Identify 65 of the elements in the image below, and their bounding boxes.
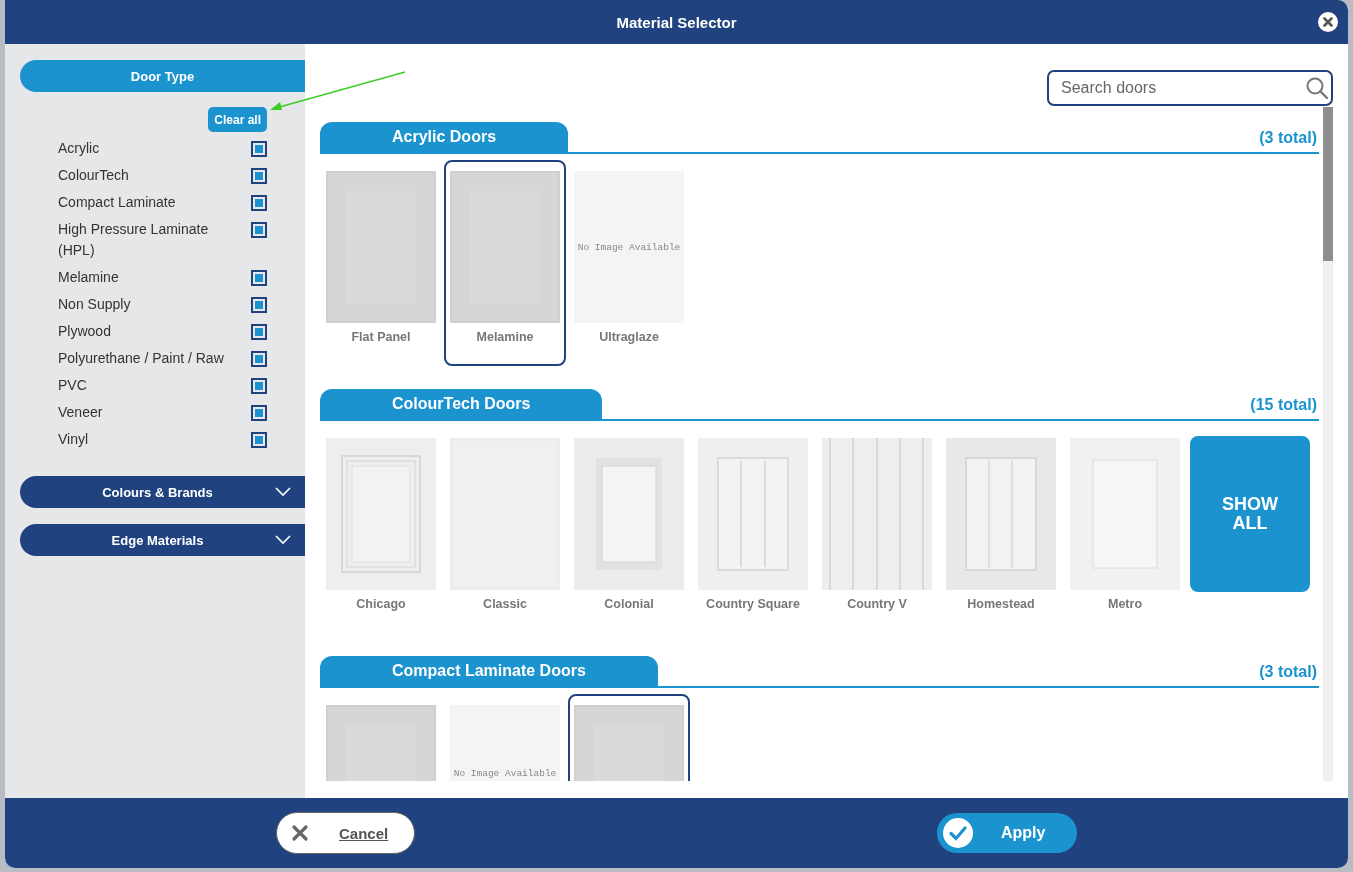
- filter-label: PVC: [58, 376, 87, 395]
- close-icon: [291, 824, 309, 842]
- search-icon[interactable]: [1305, 76, 1329, 100]
- filter-label: Non Supply: [58, 295, 131, 314]
- checkbox[interactable]: [251, 405, 267, 421]
- door-name: Ultraglaze: [599, 330, 659, 344]
- filter-label: High Pressure Laminate (HPL): [58, 220, 210, 260]
- door-name: Flat Panel: [351, 330, 411, 344]
- door-tile[interactable]: Flat Panel: [320, 160, 442, 366]
- door-tile[interactable]: Classic: [444, 427, 566, 633]
- scrollbar-thumb[interactable]: [1323, 107, 1333, 261]
- filter-label: Acrylic: [58, 139, 100, 158]
- total-count: (15 total): [1250, 396, 1317, 415]
- checkbox[interactable]: [251, 222, 267, 238]
- checkbox[interactable]: [251, 324, 267, 340]
- door-tile[interactable]: Melamine: [444, 160, 566, 366]
- clear-all-button[interactable]: Clear all: [208, 107, 267, 132]
- close-icon[interactable]: [1318, 12, 1338, 32]
- door-tile[interactable]: Chicago: [320, 427, 442, 633]
- scrollbar[interactable]: [1323, 107, 1333, 781]
- door-name: Chicago: [356, 597, 406, 611]
- filter-label: Veneer: [58, 403, 103, 422]
- filter-label: Melamine: [58, 268, 119, 287]
- checkbox[interactable]: [251, 270, 267, 286]
- show-all-button[interactable]: SHOW ALL: [1190, 436, 1310, 592]
- door-tile[interactable]: No Image Available Ultraglaze: [568, 160, 690, 366]
- filter-panel-header[interactable]: Edge Materials: [20, 524, 305, 556]
- door-tile[interactable]: Metro: [1064, 427, 1186, 633]
- door-tile[interactable]: Country Square: [692, 427, 814, 633]
- door-name: Homestead: [967, 597, 1035, 611]
- filter-label: Polyurethane / Paint / Raw: [58, 349, 224, 368]
- door-name: Colonial: [604, 597, 654, 611]
- door-name: Country Square: [706, 597, 800, 611]
- chevron-icon: [275, 487, 291, 497]
- checkbox[interactable]: [251, 432, 267, 448]
- cancel-button[interactable]: Cancel: [276, 812, 415, 854]
- check-icon: [943, 818, 973, 848]
- apply-button[interactable]: Apply: [937, 813, 1077, 853]
- door-tile[interactable]: No Image Available: [444, 694, 566, 781]
- door-tile[interactable]: Colonial: [568, 427, 690, 633]
- door-name: Metro: [1108, 597, 1142, 611]
- filter-label: ColourTech: [58, 166, 129, 185]
- door-name: Melamine: [476, 330, 534, 344]
- chevron-icon: [275, 535, 291, 545]
- no-image-text: No Image Available: [453, 768, 557, 779]
- filter-label: Plywood: [58, 322, 111, 341]
- checkbox[interactable]: [251, 351, 267, 367]
- door-tile[interactable]: Homestead: [940, 427, 1062, 633]
- door-name: Country V: [847, 597, 907, 611]
- checkbox[interactable]: [251, 297, 267, 313]
- checkbox[interactable]: [251, 168, 267, 184]
- filter-label: Compact Laminate: [58, 193, 176, 212]
- checkbox[interactable]: [251, 141, 267, 157]
- window-title: Material Selector: [616, 13, 737, 31]
- total-count: (3 total): [1259, 663, 1317, 682]
- checkbox[interactable]: [251, 195, 267, 211]
- search-field[interactable]: Search doors: [1047, 70, 1333, 106]
- door-type-header[interactable]: Door Type: [20, 60, 305, 92]
- door-tile[interactable]: Country V: [816, 427, 938, 633]
- door-name: Classic: [483, 597, 527, 611]
- total-count: (3 total): [1259, 129, 1317, 148]
- filter-panel-header[interactable]: Colours & Brands: [20, 476, 305, 508]
- no-image-text: No Image Available: [577, 241, 681, 253]
- checkbox[interactable]: [251, 378, 267, 394]
- filter-label: Vinyl: [58, 430, 89, 449]
